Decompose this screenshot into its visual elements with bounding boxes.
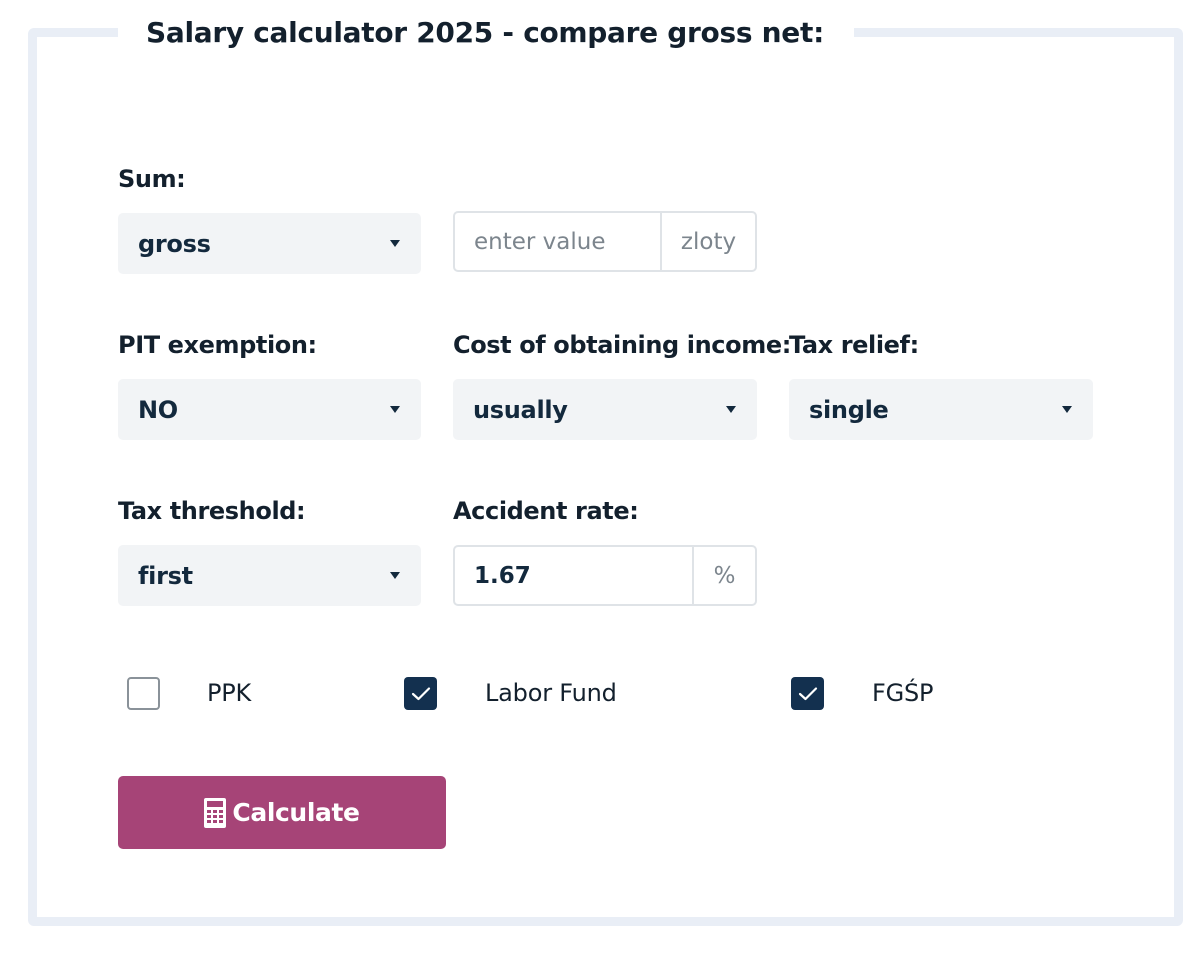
ppk-checkbox[interactable]: [127, 677, 160, 710]
currency-addon: zloty: [660, 213, 755, 270]
chevron-down-icon: [390, 406, 400, 413]
sum-label: Sum:: [118, 165, 186, 193]
page-title: Salary calculator 2025 - compare gross n…: [118, 10, 854, 56]
pit-exemption-value: NO: [138, 395, 178, 424]
pit-exemption-label: PIT exemption:: [118, 331, 317, 359]
percent-addon: %: [692, 547, 755, 604]
amount-input[interactable]: [455, 213, 660, 270]
calculate-label: Calculate: [232, 798, 360, 827]
accident-rate-input[interactable]: [455, 547, 692, 604]
calculator-icon: [204, 797, 227, 828]
ppk-label: PPK: [207, 679, 252, 707]
tax-threshold-label: Tax threshold:: [118, 497, 306, 525]
sum-type-value: gross: [138, 229, 211, 258]
pit-exemption-select[interactable]: NO: [118, 379, 421, 440]
chevron-down-icon: [1062, 406, 1072, 413]
fgsp-checkbox[interactable]: [791, 677, 824, 710]
cost-of-income-label: Cost of obtaining income:: [453, 331, 791, 359]
chevron-down-icon: [390, 240, 400, 247]
accident-rate-label: Accident rate:: [453, 497, 639, 525]
checkmark-icon: [411, 686, 430, 700]
fgsp-label: FGŚP: [872, 679, 934, 707]
tax-threshold-select[interactable]: first: [118, 545, 421, 606]
tax-relief-value: single: [809, 395, 889, 424]
chevron-down-icon: [390, 572, 400, 579]
calculate-button[interactable]: Calculate: [118, 776, 446, 849]
labor-fund-label: Labor Fund: [485, 679, 617, 707]
tax-threshold-value: first: [138, 561, 193, 590]
labor-fund-checkbox[interactable]: [404, 677, 437, 710]
checkmark-icon: [798, 686, 817, 700]
cost-of-income-select[interactable]: usually: [453, 379, 757, 440]
tax-relief-label: Tax relief:: [789, 331, 919, 359]
chevron-down-icon: [726, 406, 736, 413]
tax-relief-select[interactable]: single: [789, 379, 1093, 440]
amount-input-group: zloty: [453, 211, 757, 272]
sum-type-select[interactable]: gross: [118, 213, 421, 274]
cost-of-income-value: usually: [473, 395, 568, 424]
accident-rate-input-group: %: [453, 545, 757, 606]
